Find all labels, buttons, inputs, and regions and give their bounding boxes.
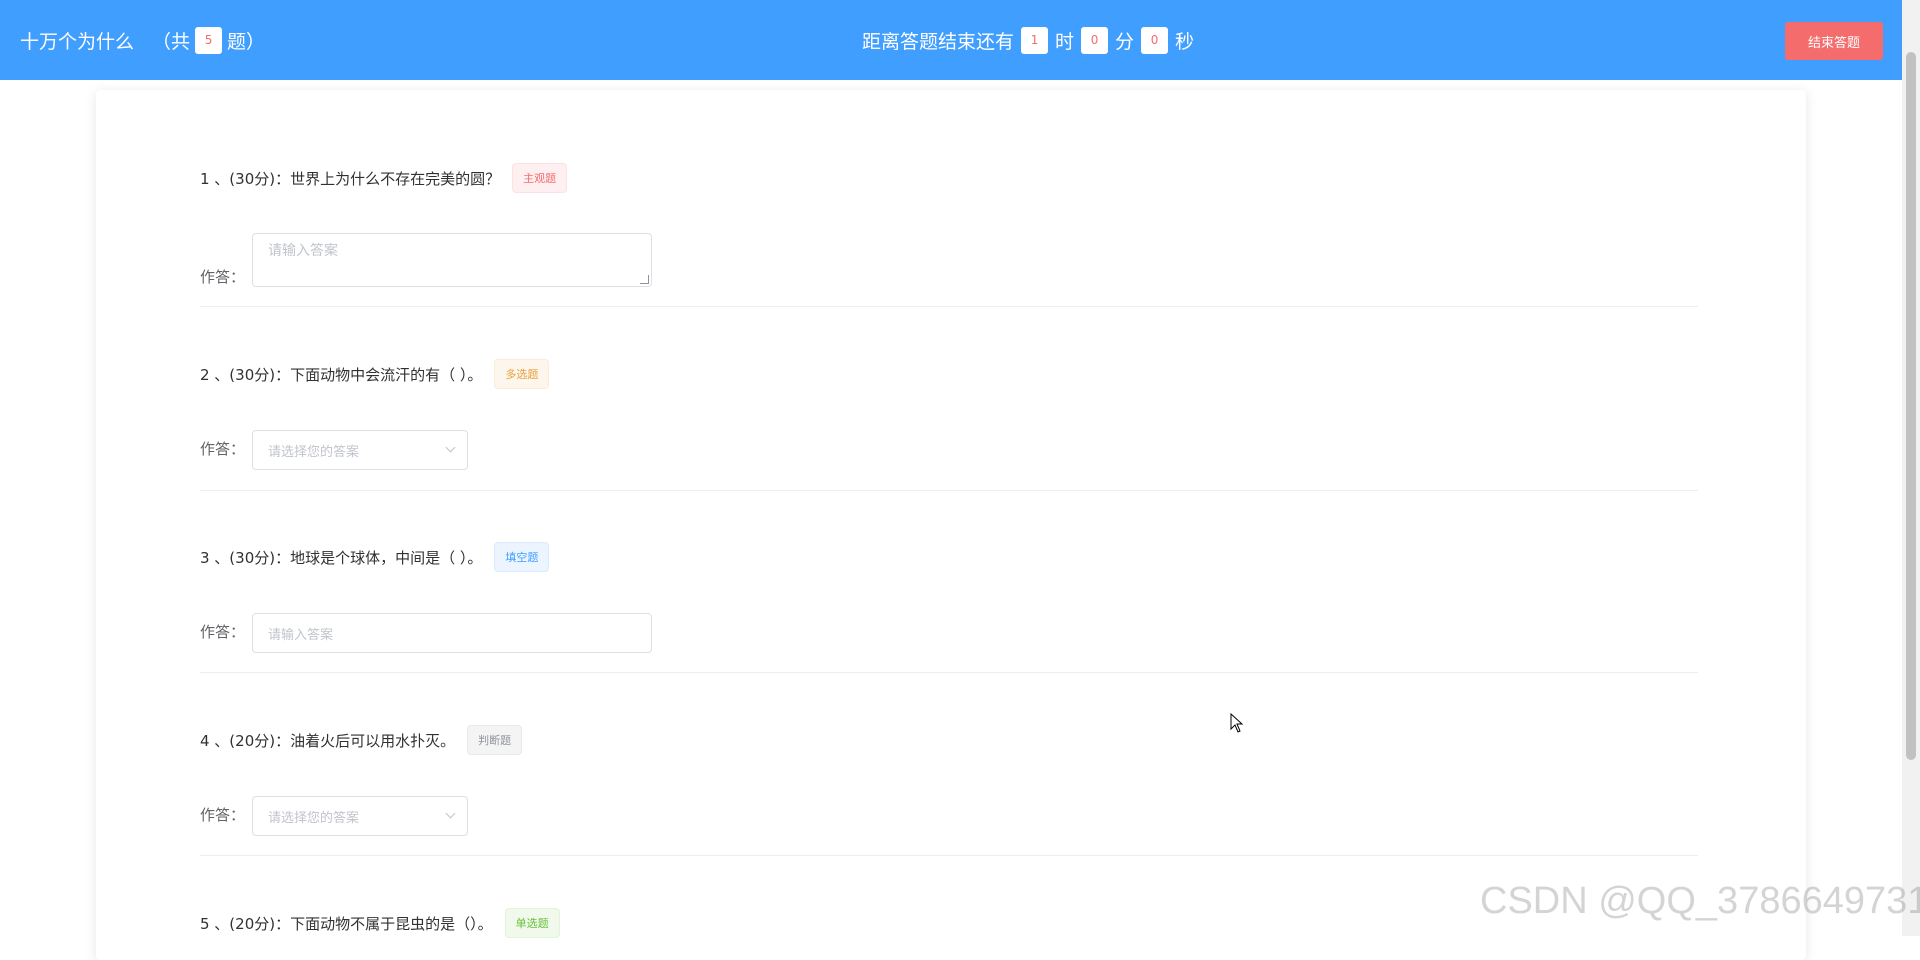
timer-hours-unit: 时: [1055, 30, 1075, 53]
answer-label: 作答：: [200, 806, 246, 824]
question-divider: [200, 672, 1698, 673]
mouse-cursor-icon: [1230, 713, 1244, 733]
question-count-badge: 5: [195, 26, 223, 54]
quiz-title-area: 十万个为什么 （共 5 题）: [20, 0, 265, 80]
question-text: 1 、(30分)：世界上为什么不存在完美的圆？: [200, 169, 501, 188]
question-title-row: 2 、(30分)：下面动物中会流汗的有（ ）。 多选题: [200, 358, 550, 390]
answer-input[interactable]: 请输入答案: [252, 613, 652, 653]
answer-select[interactable]: 请选择您的答案: [252, 430, 468, 470]
answer-label: 作答：: [200, 440, 246, 458]
question-text: 2 、(30分)：下面动物中会流汗的有（ ）。: [200, 365, 483, 384]
timer-seconds-unit: 秒: [1175, 30, 1195, 53]
question-divider: [200, 306, 1698, 307]
question-title-row: 1 、(30分)：世界上为什么不存在完美的圆？ 主观题: [200, 162, 568, 194]
answer-placeholder: 请输入答案: [268, 243, 338, 259]
question-type-tag: 判断题: [467, 725, 523, 755]
select-placeholder: 请选择您的答案: [268, 810, 360, 826]
question-type-tag: 主观题: [512, 163, 568, 193]
resize-handle-icon[interactable]: [640, 275, 649, 284]
question-count-suffix: 题）: [227, 30, 266, 53]
quiz-title: 十万个为什么: [20, 30, 135, 53]
timer-label: 距离答题结束还有: [862, 30, 1015, 53]
timer-minutes: 0: [1081, 26, 1109, 54]
answer-label: 作答：: [200, 623, 246, 641]
timer-seconds: 0: [1141, 26, 1169, 54]
questions-card: 1 、(30分)：世界上为什么不存在完美的圆？ 主观题 作答： 请输入答案 2 …: [96, 90, 1806, 960]
question-text: 4 、(20分)：油着火后可以用水扑灭。: [200, 731, 456, 750]
question-count-prefix: （共: [152, 30, 191, 53]
question-type-tag: 填空题: [494, 542, 550, 572]
countdown-timer: 距离答题结束还有 1 时 0 分 0 秒: [862, 0, 1194, 80]
question-type-tag: 多选题: [494, 359, 550, 389]
end-quiz-button[interactable]: 结束答题: [1785, 22, 1883, 60]
question-divider: [200, 855, 1698, 856]
timer-hours: 1: [1021, 26, 1049, 54]
question-text: 3 、(30分)：地球是个球体，中间是（ ）。: [200, 548, 483, 567]
answer-label: 作答：: [200, 268, 246, 286]
chevron-down-icon: [445, 808, 456, 819]
answer-select[interactable]: 请选择您的答案: [252, 796, 468, 836]
scrollbar-thumb[interactable]: [1906, 52, 1916, 760]
input-placeholder: 请输入答案: [268, 627, 334, 643]
question-divider: [200, 490, 1698, 491]
question-title-row: 4 、(20分)：油着火后可以用水扑灭。 判断题: [200, 724, 523, 756]
vertical-scrollbar[interactable]: [1902, 0, 1920, 936]
timer-minutes-unit: 分: [1115, 30, 1135, 53]
question-text: 5 、(20分)：下面动物不属于昆虫的是（）。: [200, 914, 493, 933]
question-title-row: 3 、(30分)：地球是个球体，中间是（ ）。 填空题: [200, 541, 550, 573]
watermark: CSDN @QQ_3786649731: [1480, 880, 1920, 922]
chevron-down-icon: [445, 442, 456, 453]
top-header: 十万个为什么 （共 5 题） 距离答题结束还有 1 时 0 分 0 秒 结束答题: [0, 0, 1902, 80]
answer-textarea[interactable]: 请输入答案: [252, 233, 652, 287]
question-type-tag: 单选题: [504, 908, 560, 938]
select-placeholder: 请选择您的答案: [268, 444, 360, 460]
question-title-row: 5 、(20分)：下面动物不属于昆虫的是（）。 单选题: [200, 907, 560, 939]
